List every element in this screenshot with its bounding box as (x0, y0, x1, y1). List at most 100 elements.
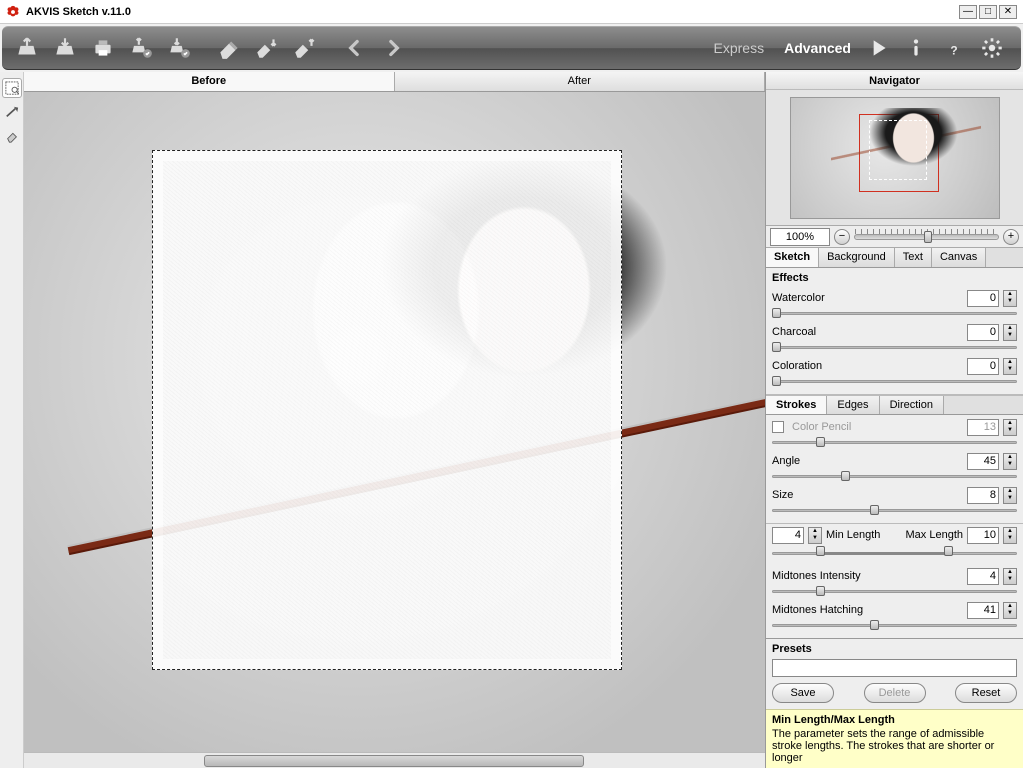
min-length-spinner[interactable]: ▲▼ (808, 527, 822, 544)
max-length-spinner[interactable]: ▲▼ (1003, 527, 1017, 544)
min-length-handle[interactable] (816, 546, 825, 556)
midtones-hatching-label: Midtones Hatching (772, 604, 963, 616)
angle-slider[interactable] (772, 471, 1017, 481)
color-pencil-checkbox[interactable] (772, 421, 784, 433)
size-spinner[interactable]: ▲▼ (1003, 487, 1017, 504)
tab-before[interactable]: Before (24, 72, 395, 91)
mode-advanced[interactable]: Advanced (774, 40, 861, 56)
app-logo-icon (6, 5, 20, 19)
navigator[interactable] (766, 90, 1023, 226)
midtones-hatching-value[interactable]: 41 (967, 602, 999, 619)
preview-area-tool[interactable] (2, 78, 22, 98)
angle-spinner[interactable]: ▲▼ (1003, 453, 1017, 470)
zoom-out-button[interactable]: − (834, 229, 850, 245)
charcoal-spinner[interactable]: ▲▼ (1003, 324, 1017, 341)
angle-value[interactable]: 45 (967, 453, 999, 470)
zoom-slider[interactable] (854, 234, 999, 240)
canvas-area: Before After (24, 72, 766, 768)
size-slider[interactable] (772, 505, 1017, 515)
help-body: The parameter sets the range of admissib… (772, 728, 1017, 764)
max-length-handle[interactable] (944, 546, 953, 556)
size-label: Size (772, 489, 963, 501)
eraser-tool[interactable] (2, 126, 22, 146)
charcoal-value[interactable]: 0 (967, 324, 999, 341)
tab-text[interactable]: Text (895, 248, 932, 267)
min-length-value[interactable]: 4 (772, 527, 804, 544)
midtones-intensity-spinner[interactable]: ▲▼ (1003, 568, 1017, 585)
size-value[interactable]: 8 (967, 487, 999, 504)
help-title: Min Length/Max Length (772, 714, 1017, 726)
print-button[interactable] (86, 31, 120, 65)
batch-open-button[interactable] (124, 31, 158, 65)
length-row: 4 ▲▼ Min Length Max Length 10 ▲▼ (766, 524, 1023, 546)
effects-section: Effects Watercolor0▲▼ Charcoal0▲▼ Colora… (766, 268, 1023, 395)
color-pencil-label: Color Pencil (792, 421, 963, 433)
subtab-edges[interactable]: Edges (827, 396, 879, 414)
midtones-intensity-label: Midtones Intensity (772, 570, 963, 582)
midtones-intensity-slider[interactable] (772, 586, 1017, 596)
mode-express[interactable]: Express (704, 40, 775, 56)
save-button[interactable] (48, 31, 82, 65)
run-button[interactable] (861, 31, 895, 65)
close-button[interactable]: ✕ (999, 5, 1017, 19)
watercolor-slider[interactable] (772, 308, 1017, 318)
zoom-slider-handle[interactable] (924, 231, 932, 243)
subtab-direction[interactable]: Direction (880, 396, 944, 414)
main-toolbar: Express Advanced ? (2, 26, 1021, 70)
watercolor-value[interactable]: 0 (967, 290, 999, 307)
midtones-hatching-slider[interactable] (772, 620, 1017, 630)
settings-button[interactable] (975, 31, 1009, 65)
maximize-button[interactable]: □ (979, 5, 997, 19)
max-length-value[interactable]: 10 (967, 527, 999, 544)
zoom-select[interactable]: 100% (770, 228, 830, 246)
info-button[interactable] (899, 31, 933, 65)
watercolor-label: Watercolor (772, 292, 963, 304)
horizontal-scrollbar[interactable] (24, 752, 765, 768)
image-canvas[interactable] (24, 92, 765, 752)
eraser-tool-button[interactable] (212, 31, 246, 65)
right-panel: Navigator 100% − + Sketch Background Tex… (766, 72, 1023, 768)
svg-text:?: ? (950, 44, 957, 58)
preview-selection[interactable] (152, 150, 622, 670)
tab-background[interactable]: Background (819, 248, 895, 267)
coloration-label: Coloration (772, 360, 963, 372)
help-button[interactable]: ? (937, 31, 971, 65)
scrollbar-thumb[interactable] (204, 755, 584, 767)
color-pencil-value: 13 (967, 419, 999, 436)
preset-reset-button[interactable]: Reset (955, 683, 1017, 703)
stroke-direction-tool[interactable] (2, 102, 22, 122)
length-range-slider[interactable] (772, 546, 1017, 560)
redo-button[interactable] (376, 31, 410, 65)
tab-canvas[interactable]: Canvas (932, 248, 986, 267)
charcoal-label: Charcoal (772, 326, 963, 338)
preset-select[interactable] (772, 659, 1017, 677)
zoom-in-button[interactable]: + (1003, 229, 1019, 245)
stroke-subtabs: Strokes Edges Direction (766, 395, 1023, 415)
subtab-strokes[interactable]: Strokes (766, 396, 827, 414)
min-length-label: Min Length (826, 529, 880, 541)
navigator-preview[interactable] (790, 97, 1000, 219)
undo-button[interactable] (338, 31, 372, 65)
midtones-hatching-spinner[interactable]: ▲▼ (1003, 602, 1017, 619)
coloration-slider[interactable] (772, 376, 1017, 386)
coloration-spinner[interactable]: ▲▼ (1003, 358, 1017, 375)
watercolor-spinner[interactable]: ▲▼ (1003, 290, 1017, 307)
import-preset-button[interactable] (250, 31, 284, 65)
tab-sketch[interactable]: Sketch (766, 248, 819, 267)
preset-save-button[interactable]: Save (772, 683, 834, 703)
open-button[interactable] (10, 31, 44, 65)
view-tabs: Before After (24, 72, 765, 92)
tab-after[interactable]: After (395, 72, 766, 91)
color-pencil-slider (772, 437, 1017, 447)
presets-section: Presets Save Delete Reset (766, 638, 1023, 709)
coloration-value[interactable]: 0 (967, 358, 999, 375)
window-title: AKVIS Sketch v.11.0 (26, 6, 957, 18)
batch-save-button[interactable] (162, 31, 196, 65)
max-length-label: Max Length (906, 529, 963, 541)
charcoal-slider[interactable] (772, 342, 1017, 352)
strokes-section: Color Pencil13▲▼ Angle45▲▼ Size8▲▼ (766, 415, 1023, 524)
left-toolbar (0, 72, 24, 768)
export-preset-button[interactable] (288, 31, 322, 65)
minimize-button[interactable]: — (959, 5, 977, 19)
midtones-intensity-value[interactable]: 4 (967, 568, 999, 585)
